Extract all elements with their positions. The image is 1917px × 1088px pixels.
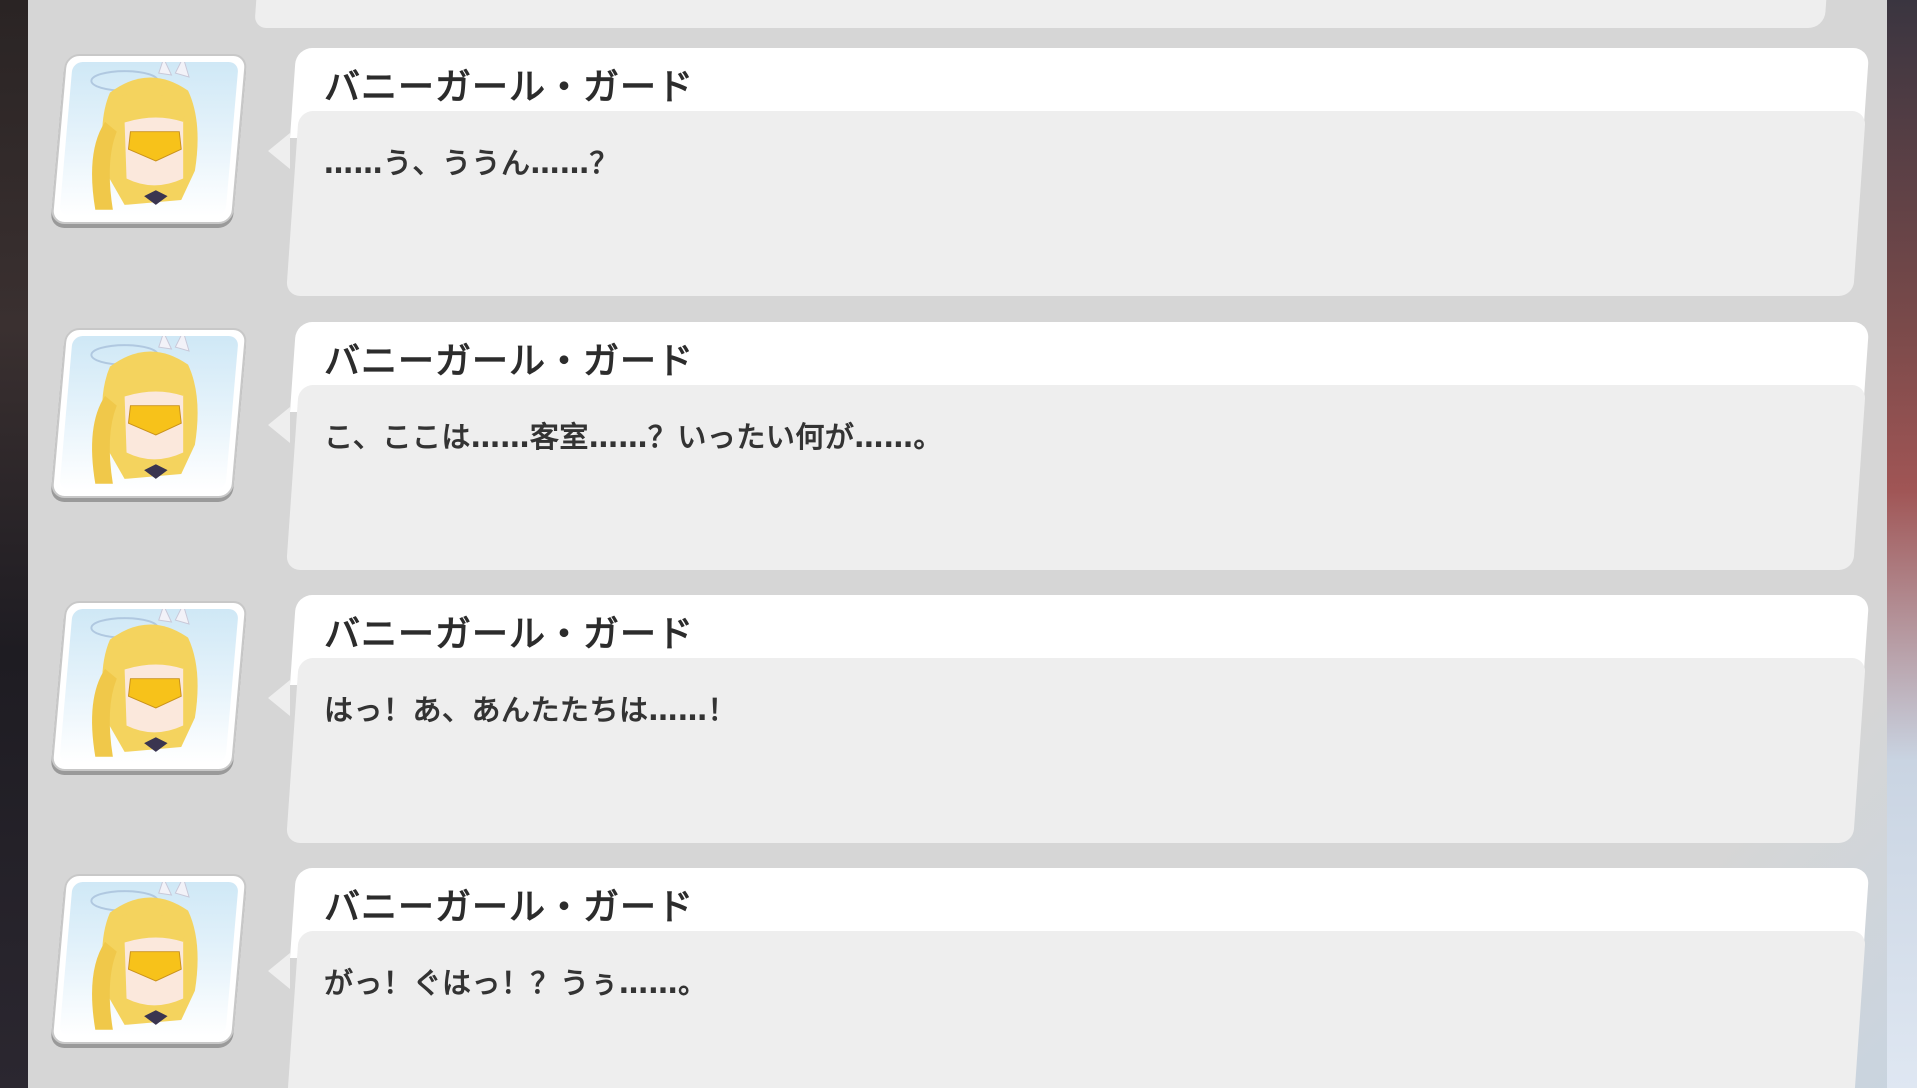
bubble-tail bbox=[268, 953, 290, 989]
dialogue-text: がっ！ぐはっ！？うぅ……。 bbox=[324, 966, 708, 1000]
speaker-avatar[interactable] bbox=[50, 328, 248, 498]
backdrop-right bbox=[1887, 0, 1917, 1088]
screen: バニーガール・ガード ……う、ううん……？ バニーガール・ガード こ、ここは……… bbox=[0, 0, 1917, 1088]
portrait-icon bbox=[59, 609, 239, 763]
dialogue-bubble bbox=[286, 385, 1866, 570]
speaker-name: バニーガール・ガード bbox=[324, 887, 695, 928]
portrait-icon bbox=[59, 62, 239, 216]
portrait-icon-art bbox=[90, 336, 198, 484]
bubble-tail bbox=[268, 133, 290, 169]
backdrop-left bbox=[0, 0, 28, 1088]
portrait-icon-art bbox=[90, 62, 198, 210]
speaker-avatar[interactable] bbox=[50, 601, 248, 771]
dialogue-bubble bbox=[286, 931, 1866, 1088]
dialogue-text: ……う、ううん……？ bbox=[324, 146, 620, 180]
log-entry[interactable]: バニーガール・ガード こ、ここは……客室……？いったい何が……。 bbox=[28, 322, 1887, 584]
dialogue-bubble bbox=[286, 658, 1866, 843]
dialogue-log-panel[interactable]: バニーガール・ガード ……う、ううん……？ バニーガール・ガード こ、ここは……… bbox=[28, 0, 1887, 1088]
previous-entry-bubble bbox=[254, 0, 1828, 28]
log-entry[interactable]: バニーガール・ガード ……う、ううん……？ bbox=[28, 48, 1887, 310]
dialogue-bubble bbox=[286, 111, 1866, 296]
dialogue-text: はっ！あ、あんたたちは……！ bbox=[324, 693, 738, 727]
portrait-icon-art bbox=[90, 609, 198, 757]
portrait-icon bbox=[59, 882, 239, 1036]
log-entry[interactable]: バニーガール・ガード がっ！ぐはっ！？うぅ……。 bbox=[28, 868, 1887, 1088]
portrait-icon-art bbox=[90, 882, 198, 1030]
speaker-name: バニーガール・ガード bbox=[324, 614, 695, 655]
speaker-name: バニーガール・ガード bbox=[324, 67, 695, 108]
portrait-icon bbox=[59, 336, 239, 490]
speaker-avatar[interactable] bbox=[50, 874, 248, 1044]
log-entry[interactable]: バニーガール・ガード はっ！あ、あんたたちは……！ bbox=[28, 595, 1887, 857]
speaker-avatar[interactable] bbox=[50, 54, 248, 224]
dialogue-text: こ、ここは……客室……？いったい何が……。 bbox=[324, 420, 943, 454]
bubble-tail bbox=[268, 680, 290, 716]
bubble-tail bbox=[268, 407, 290, 443]
speaker-name: バニーガール・ガード bbox=[324, 341, 695, 382]
